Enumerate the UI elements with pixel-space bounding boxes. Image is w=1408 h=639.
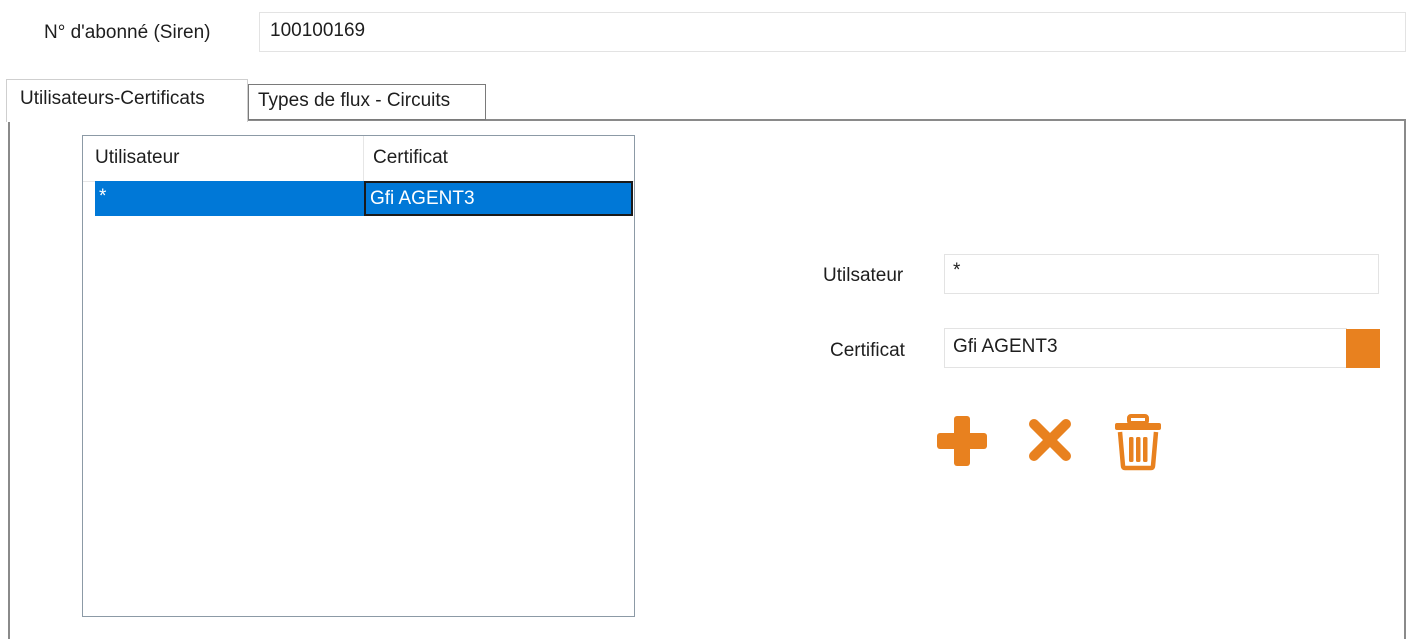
certificate-browse-button[interactable] [1346,329,1380,368]
tab-types-de-flux-circuits[interactable]: Types de flux - Circuits [248,84,486,120]
close-icon [1029,419,1071,461]
cancel-button[interactable] [1025,415,1075,465]
grid-header: Utilisateur Certificat [83,136,634,182]
plus-icon [937,416,987,466]
cell-utilisateur: * [99,186,107,207]
column-header-certificat[interactable]: Certificat [364,136,634,181]
table-row[interactable]: * Gfi AGENT3 [95,181,633,216]
user-input[interactable]: * [944,254,1379,294]
siren-label: N° d'abonné (Siren) [44,22,211,43]
certificate-input[interactable]: Gfi AGENT3 [944,328,1347,368]
add-button[interactable] [934,414,992,468]
cell-certificat: Gfi AGENT3 [364,181,633,216]
column-header-utilisateur[interactable]: Utilisateur [83,136,364,181]
users-certificates-grid[interactable]: Utilisateur Certificat * Gfi AGENT3 [82,135,635,617]
delete-button[interactable] [1112,413,1164,471]
tab-utilisateurs-certificats[interactable]: Utilisateurs-Certificats [6,79,248,122]
siren-input[interactable]: 100100169 [259,12,1406,52]
user-field-label: Utilsateur [823,265,904,286]
trash-icon [1115,414,1161,471]
certificate-field-label: Certificat [830,340,905,361]
